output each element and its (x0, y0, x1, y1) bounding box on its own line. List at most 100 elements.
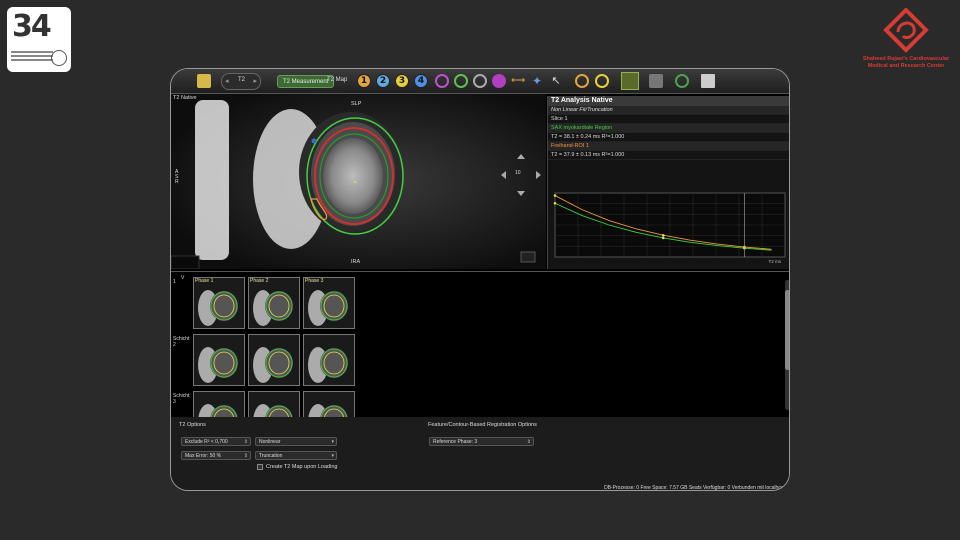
stepper-icon[interactable]: ⇕ (244, 452, 248, 460)
orientation-top-label: SLP (351, 101, 362, 107)
toolbar: ◂ T2 ▸ T2 Measurement T2 Map 1 2 3 4 ⟷ ✦… (171, 69, 789, 94)
institute-logo-right: Shaheed Rajaei's Cardiovascular Medical … (860, 7, 952, 78)
scrollbar-thumb[interactable] (785, 290, 789, 370)
chart-xlabel: T2 ms (768, 259, 781, 264)
thumbnail-image[interactable]: Phase 1 (193, 277, 245, 329)
orientation-left-label: ASR (175, 169, 179, 185)
contour-edit-icon[interactable] (473, 74, 487, 88)
thumbnail-mri (194, 335, 244, 385)
fit-mode-row: Non Linear Fit/Truncation (548, 106, 789, 115)
camera-icon[interactable] (649, 74, 663, 88)
star-tool-icon[interactable]: ✦ (530, 74, 544, 88)
thumbnail-image[interactable]: Phase 2 (248, 277, 300, 329)
region1-value-row: T2 = 38.1 ± 0.24 ms R²=1.000 (548, 133, 789, 142)
dropdown-arrow-icon: ▾ (331, 453, 334, 459)
dropdown-arrow-icon: ▾ (331, 439, 334, 445)
region-icon[interactable] (492, 74, 506, 88)
tool-3-button[interactable]: 3 (395, 74, 409, 88)
truncation-value: Truncation (259, 453, 283, 459)
reference-phase-field[interactable]: Reference Phase: 3 ⇕ (429, 437, 534, 446)
software-window: ◂ T2 ▸ T2 Measurement T2 Map 1 2 3 4 ⟷ ✦… (170, 68, 790, 491)
thumbnail-label: Phase 1 (195, 278, 214, 284)
exclude-r2-field[interactable]: Exclude R² < 0,700 ⇕ (181, 437, 251, 446)
data-point (661, 236, 665, 240)
registration-title: Feature/Contour-Based Registration Optio… (428, 422, 537, 428)
contour-add-icon[interactable] (454, 74, 468, 88)
exclude-r2-label: Exclude R² < 0,700 (185, 439, 228, 445)
logo-name-line1: Shaheed Rajaei's Cardiovascular (862, 56, 950, 62)
thumbnail-mri (249, 278, 299, 328)
contour-tool-icon[interactable] (435, 74, 449, 88)
thumbnail-label: Phase 2 (250, 278, 269, 284)
thumbnail-image[interactable] (303, 334, 355, 386)
max-error-field[interactable]: Max Error: 50 % ⇕ (181, 451, 251, 460)
institute-logo-left: 34 (7, 7, 71, 72)
region2-name-row[interactable]: Freihand-ROI 1 (548, 142, 789, 151)
tool-4-button[interactable]: 4 (414, 74, 428, 88)
stepper-icon[interactable]: ⇕ (527, 438, 531, 446)
create-map-label: Create T2 Map upon Loading (266, 464, 338, 470)
max-error-label: Max Error: 50 % (185, 453, 222, 459)
logo-text-lines (11, 51, 53, 63)
open-study-icon[interactable] (197, 74, 211, 88)
logo-name-line2: Medical and Research Center (867, 63, 945, 69)
t2-options-title: T2 Options (179, 422, 206, 428)
tool-1-button[interactable]: 1 (357, 74, 371, 88)
chevron-right-icon[interactable]: ▸ (253, 77, 257, 85)
status-bar: DB-Prozesse: 0 Free Space: 7.57 GB Seats… (604, 485, 785, 491)
tool-2-button[interactable]: 2 (376, 74, 390, 88)
image-viewer[interactable]: T2 Native SLP IRA ASR 10 (171, 94, 546, 269)
analysis-title: T2 Analysis Native (548, 96, 789, 106)
orientation-bottom-label: IRA (351, 259, 361, 265)
link-icon[interactable] (675, 74, 689, 88)
stepper-icon[interactable]: ⇕ (244, 438, 248, 446)
column-header: V (181, 275, 185, 281)
slice-row: Slice 1 (548, 115, 789, 124)
thumbnail-label: Phase 3 (305, 278, 324, 284)
report-icon[interactable] (701, 74, 715, 88)
region1-name-row[interactable]: SAX myokardiale Region (548, 124, 789, 133)
row-label-line2: 1 (173, 279, 176, 285)
viewer-title: T2 Native (173, 95, 197, 101)
create-map-checkbox[interactable] (257, 464, 263, 470)
row-label: Schicht 2 (173, 336, 189, 348)
analysis-panel: T2 Analysis Native Non Linear Fit/Trunca… (547, 96, 790, 269)
t2-map-tab[interactable]: T2 Map (327, 77, 347, 94)
thumbnail-mri (249, 335, 299, 385)
row-label-line2: 3 (173, 399, 176, 405)
thumbnail-mri (304, 278, 354, 328)
logo-name: Shaheed Rajaei's Cardiovascular Medical … (860, 56, 952, 70)
thumbnail-scrollbar[interactable] (785, 280, 789, 410)
data-point (661, 233, 665, 237)
t2-measurement-button[interactable]: T2 Measurement (277, 75, 335, 88)
row-label-line2: 2 (173, 342, 176, 348)
region2-value-row: T2 = 37.9 ± 0.13 ms R²=1.000 (548, 151, 789, 160)
data-point (553, 194, 557, 197)
chevron-left-icon[interactable]: ◂ (225, 77, 229, 85)
fit-method-select[interactable]: Nonlinear ▾ (255, 437, 337, 446)
thumbnail-image[interactable] (193, 334, 245, 386)
thumbnail-grid: V 1 Phase 1 Phase 2 Phase 3 Schicht 2 Schicht 3 (171, 271, 789, 443)
t2-dial-label: T2 (238, 77, 246, 83)
row-label: 1 (173, 279, 176, 285)
t2-series-dial[interactable]: ◂ T2 ▸ (221, 73, 261, 90)
truncation-select[interactable]: Truncation ▾ (255, 451, 337, 460)
ring-tool-icon[interactable] (575, 74, 589, 88)
ring-tool-2-icon[interactable] (595, 74, 609, 88)
thumbnail-mri (304, 335, 354, 385)
analysis-mode-icon[interactable] (621, 72, 639, 90)
pointer-icon[interactable]: ↖ (549, 74, 563, 88)
thumbnail-image[interactable]: Phase 3 (303, 277, 355, 329)
row-label: Schicht 3 (173, 393, 189, 405)
logo-numeral: 34 (12, 9, 52, 44)
fit-method-value: Nonlinear (259, 439, 281, 445)
heart-logo-icon (883, 7, 929, 53)
options-panel: T2 Options Exclude R² < 0,700 ⇕ Max Error… (171, 417, 789, 491)
measure-icon[interactable]: ⟷ (511, 74, 525, 88)
t2-decay-chart[interactable] (549, 189, 790, 269)
mri-image[interactable] (171, 94, 546, 269)
thumbnail-mri (194, 278, 244, 328)
zoom-value: 10 (515, 170, 521, 176)
data-point (553, 201, 557, 205)
thumbnail-image[interactable] (248, 334, 300, 386)
